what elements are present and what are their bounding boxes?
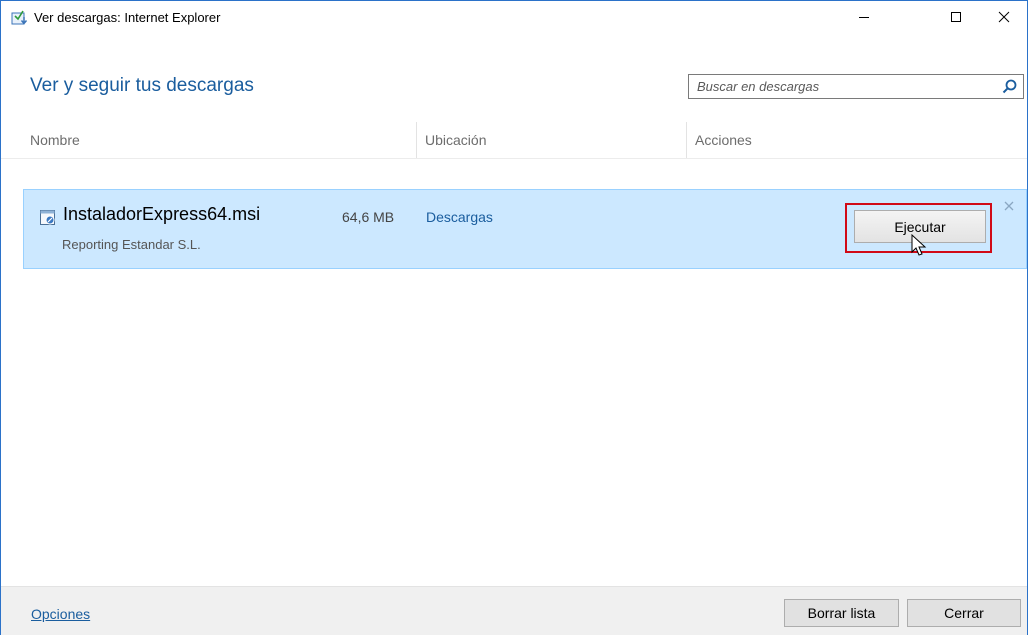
dismiss-icon[interactable] <box>1002 199 1016 213</box>
minimize-icon <box>859 17 869 18</box>
options-link[interactable]: Opciones <box>31 606 90 622</box>
clear-list-button[interactable]: Borrar lista <box>784 599 899 627</box>
close-icon <box>998 11 1010 23</box>
window-title: Ver descargas: Internet Explorer <box>34 10 221 25</box>
close-window-button[interactable] <box>981 1 1027 33</box>
maximize-button[interactable] <box>933 1 979 33</box>
page-title: Ver y seguir tus descargas <box>30 75 254 96</box>
column-divider[interactable] <box>686 122 687 158</box>
column-header-actions[interactable]: Acciones <box>695 122 752 158</box>
msi-file-icon <box>40 210 55 225</box>
maximize-icon <box>951 12 961 22</box>
download-manager-icon <box>11 10 28 25</box>
download-row[interactable]: InstaladorExpress64.msi 64,6 MB Descarga… <box>23 189 1027 269</box>
minimize-button[interactable] <box>841 1 887 33</box>
column-header-name[interactable]: Nombre <box>30 122 80 158</box>
file-location-link[interactable]: Descargas <box>426 209 493 225</box>
search-box[interactable] <box>688 74 1024 99</box>
column-divider[interactable] <box>416 122 417 158</box>
file-size: 64,6 MB <box>342 209 395 225</box>
downloads-window: Ver descargas: Internet Explorer Ver y s… <box>0 0 1028 635</box>
column-header-location[interactable]: Ubicación <box>425 122 486 158</box>
title-bar: Ver descargas: Internet Explorer <box>1 1 1027 33</box>
file-name: InstaladorExpress64.msi <box>63 204 261 224</box>
footer-bar: Opciones Borrar lista Cerrar <box>1 586 1027 635</box>
close-button[interactable]: Cerrar <box>907 599 1021 627</box>
header-divider <box>1 158 1027 159</box>
file-publisher: Reporting Estandar S.L. <box>62 237 201 252</box>
search-icon[interactable] <box>1001 78 1018 95</box>
search-input[interactable] <box>689 75 997 98</box>
mouse-pointer-icon <box>911 234 927 256</box>
